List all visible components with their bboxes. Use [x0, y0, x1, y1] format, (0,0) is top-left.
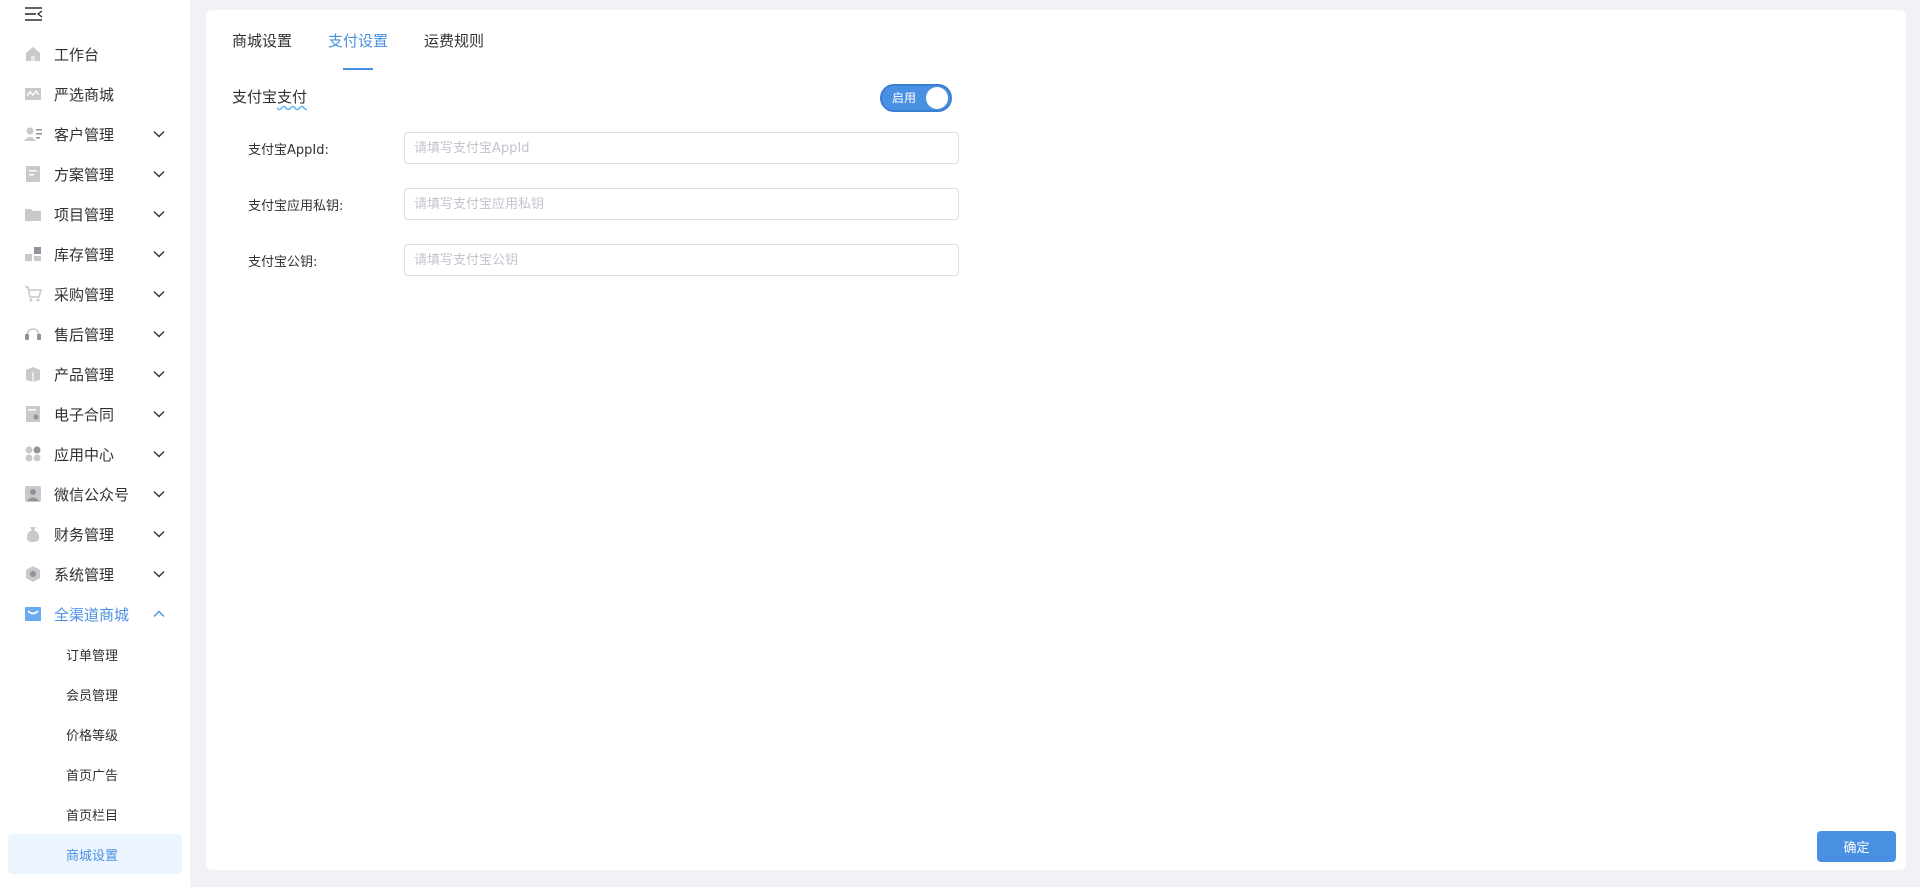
folder-icon [24, 205, 42, 223]
submenu-item-orders[interactable]: 订单管理 [0, 634, 190, 674]
chevron-down-icon [153, 291, 165, 298]
form-row-private-key: 支付宝应用私钥: [248, 187, 959, 221]
sidebar-item-plans[interactable]: 方案管理 [0, 154, 190, 194]
chevron-down-icon [153, 371, 165, 378]
submenu-item-home-ads[interactable]: 首页广告 [0, 754, 190, 794]
sidebar-item-app-center[interactable]: 应用中心 [0, 434, 190, 474]
sidebar-item-label: 工作台 [54, 45, 100, 64]
omnichannel-submenu: 订单管理 会员管理 价格等级 首页广告 首页栏目 商城设置 [0, 634, 190, 874]
settings-icon [24, 565, 42, 583]
section-title: 支付宝支付 [232, 86, 307, 107]
submenu-item-home-columns[interactable]: 首页栏目 [0, 794, 190, 834]
collapse-menu-icon[interactable] [24, 5, 44, 23]
chevron-down-icon [153, 131, 165, 138]
confirm-button[interactable]: 确定 [1817, 831, 1896, 862]
money-bag-icon [24, 525, 42, 543]
sidebar: 工作台 严选商城 客户管理 方案管理 项目管理 库存管理 采购管理 售后管理 产… [0, 0, 190, 887]
chevron-down-icon [153, 531, 165, 538]
public-key-input[interactable] [404, 244, 959, 276]
sidebar-item-selected-mall[interactable]: 严选商城 [0, 74, 190, 114]
chevron-down-icon [153, 451, 165, 458]
sidebar-item-wechat-official[interactable]: 微信公众号 [0, 474, 190, 514]
apps-icon [24, 445, 42, 463]
public-key-label: 支付宝公钥: [248, 254, 318, 270]
private-key-input[interactable] [404, 188, 959, 220]
document-icon [24, 165, 42, 183]
section-title-prefix: 支付宝 [232, 88, 278, 106]
sidebar-item-products[interactable]: 产品管理 [0, 354, 190, 394]
sidebar-item-label: 严选商城 [54, 85, 115, 104]
tab-shipping-rules[interactable]: 运费规则 [424, 30, 484, 62]
headset-icon [24, 325, 42, 343]
contract-icon [24, 405, 42, 423]
appid-input[interactable] [404, 132, 959, 164]
sidebar-item-inventory[interactable]: 库存管理 [0, 234, 190, 274]
alipay-enable-toggle[interactable]: 启用 [880, 84, 952, 112]
chevron-down-icon [153, 211, 165, 218]
tab-payment-settings[interactable]: 支付设置 [328, 30, 388, 62]
sidebar-menu: 工作台 严选商城 客户管理 方案管理 项目管理 库存管理 采购管理 售后管理 产… [0, 34, 190, 874]
sidebar-item-after-sales[interactable]: 售后管理 [0, 314, 190, 354]
sidebar-item-system[interactable]: 系统管理 [0, 554, 190, 594]
sidebar-item-label: 库存管理 [54, 245, 115, 264]
user-list-icon [24, 125, 42, 143]
sidebar-item-label: 产品管理 [54, 365, 115, 384]
chevron-down-icon [153, 411, 165, 418]
sidebar-item-customers[interactable]: 客户管理 [0, 114, 190, 154]
toggle-knob [926, 87, 948, 109]
sidebar-item-label: 财务管理 [54, 525, 115, 544]
box-icon [24, 365, 42, 383]
chevron-down-icon [153, 571, 165, 578]
sidebar-item-label: 应用中心 [54, 445, 115, 464]
sidebar-item-purchasing[interactable]: 采购管理 [0, 274, 190, 314]
sidebar-item-e-contract[interactable]: 电子合同 [0, 394, 190, 434]
chevron-up-icon [153, 610, 165, 617]
tab-mall-settings[interactable]: 商城设置 [232, 30, 292, 62]
chevron-down-icon [153, 331, 165, 338]
sidebar-item-label: 微信公众号 [54, 485, 130, 504]
form-row-appid: 支付宝AppId: [248, 131, 959, 165]
sidebar-item-label: 客户管理 [54, 125, 115, 144]
settings-tabs: 商城设置 支付设置 运费规则 [232, 30, 520, 70]
home-icon [24, 45, 42, 63]
chevron-down-icon [153, 491, 165, 498]
private-key-label: 支付宝应用私钥: [248, 198, 344, 214]
section-title-underlined: 支付 [277, 88, 308, 106]
submenu-item-members[interactable]: 会员管理 [0, 674, 190, 714]
sidebar-item-omnichannel-mall[interactable]: 全渠道商城 [0, 594, 190, 634]
submenu-item-mall-settings[interactable]: 商城设置 [8, 834, 182, 874]
sidebar-item-label: 项目管理 [54, 205, 115, 224]
sidebar-item-label: 售后管理 [54, 325, 115, 344]
appid-label: 支付宝AppId: [248, 142, 329, 158]
boxes-icon [24, 245, 42, 263]
main-panel: 商城设置 支付设置 运费规则 支付宝支付 启用 支付宝AppId: 支付宝应用私… [206, 10, 1906, 870]
sidebar-item-label: 电子合同 [54, 405, 115, 424]
sidebar-item-label: 全渠道商城 [54, 605, 130, 624]
form-row-public-key: 支付宝公钥: [248, 243, 959, 277]
sidebar-item-label: 系统管理 [54, 565, 115, 584]
account-icon [24, 485, 42, 503]
mail-icon [24, 85, 42, 103]
shopping-bag-icon [24, 605, 42, 623]
sidebar-item-label: 采购管理 [54, 285, 115, 304]
sidebar-item-label: 方案管理 [54, 165, 115, 184]
cart-icon [24, 285, 42, 303]
sidebar-item-projects[interactable]: 项目管理 [0, 194, 190, 234]
chevron-down-icon [153, 171, 165, 178]
submenu-item-price-levels[interactable]: 价格等级 [0, 714, 190, 754]
sidebar-item-workbench[interactable]: 工作台 [0, 34, 190, 74]
sidebar-item-finance[interactable]: 财务管理 [0, 514, 190, 554]
chevron-down-icon [153, 251, 165, 258]
toggle-label: 启用 [892, 91, 917, 105]
